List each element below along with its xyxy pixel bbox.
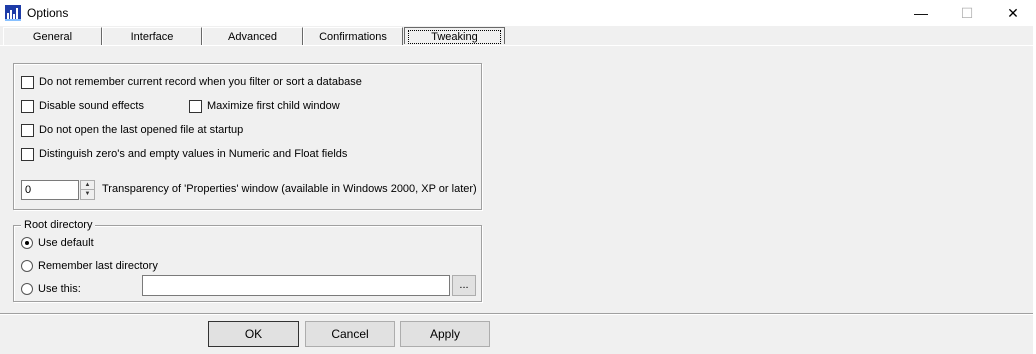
transparency-input[interactable] bbox=[21, 180, 79, 200]
spin-up-icon[interactable]: ▲ bbox=[81, 181, 94, 190]
browse-button[interactable]: ... bbox=[452, 275, 476, 296]
checkbox[interactable] bbox=[21, 75, 34, 89]
radio-icon[interactable] bbox=[21, 283, 33, 295]
checkbox[interactable] bbox=[21, 123, 34, 137]
maximize-icon: ☐ bbox=[960, 4, 974, 21]
spin-down-icon[interactable]: ▼ bbox=[81, 190, 94, 199]
tab-general[interactable]: General bbox=[3, 27, 102, 46]
option-no-remember-record[interactable]: Do not remember current record when you … bbox=[21, 75, 362, 89]
tab-strip: General Interface Advanced Confirmations… bbox=[0, 27, 1036, 46]
transparency-spinner[interactable]: ▲ ▼ bbox=[80, 180, 95, 200]
radio-use-default[interactable]: Use default bbox=[21, 236, 94, 250]
option-no-open-last[interactable]: Do not open the last opened file at star… bbox=[21, 123, 243, 137]
root-path-input[interactable] bbox=[142, 275, 450, 296]
tab-divider bbox=[0, 45, 1036, 46]
checkbox[interactable] bbox=[189, 99, 202, 113]
radio-icon[interactable] bbox=[21, 260, 33, 272]
option-disable-sound[interactable]: Disable sound effects bbox=[21, 99, 144, 113]
radio-use-this[interactable]: Use this: bbox=[21, 282, 81, 296]
checkbox[interactable] bbox=[21, 99, 34, 113]
checkbox[interactable] bbox=[21, 147, 34, 161]
title-bar: Options — ☐ ✕ bbox=[0, 0, 1036, 26]
tab-tweaking[interactable]: Tweaking bbox=[404, 27, 505, 44]
footer-divider bbox=[0, 313, 1036, 315]
tab-confirmations[interactable]: Confirmations bbox=[303, 27, 403, 46]
option-distinguish-zero[interactable]: Distinguish zero's and empty values in N… bbox=[21, 147, 347, 161]
root-directory-legend: Root directory bbox=[21, 219, 96, 231]
minimize-icon: — bbox=[914, 5, 928, 21]
apply-button[interactable]: Apply bbox=[400, 321, 490, 347]
transparency-label: Transparency of 'Properties' window (ava… bbox=[102, 183, 477, 195]
radio-remember-last[interactable]: Remember last directory bbox=[21, 259, 158, 273]
ok-button[interactable]: OK bbox=[208, 321, 299, 347]
radio-selected-icon[interactable] bbox=[21, 237, 33, 249]
cancel-button[interactable]: Cancel bbox=[305, 321, 395, 347]
app-icon bbox=[5, 5, 21, 21]
tab-interface[interactable]: Interface bbox=[102, 27, 202, 46]
window-title: Options bbox=[27, 6, 69, 20]
maximize-button[interactable]: ☐ bbox=[944, 0, 990, 26]
tab-advanced[interactable]: Advanced bbox=[202, 27, 303, 46]
close-button[interactable]: ✕ bbox=[990, 0, 1036, 26]
close-icon: ✕ bbox=[1007, 4, 1019, 21]
option-maximize-child[interactable]: Maximize first child window bbox=[189, 99, 340, 113]
minimize-button[interactable]: — bbox=[898, 0, 944, 26]
